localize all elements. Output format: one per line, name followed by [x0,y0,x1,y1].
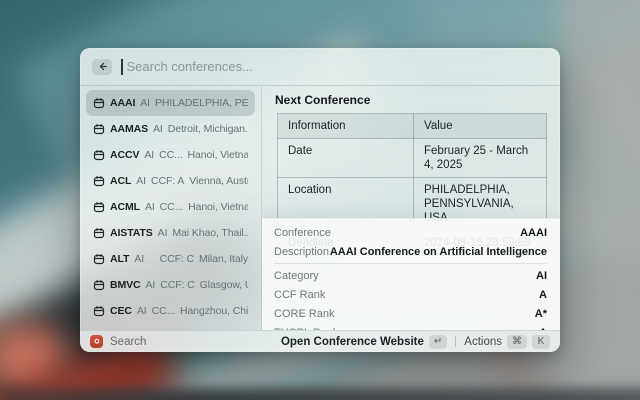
conference-rank: CCF: A [151,175,185,187]
conference-category: AI [134,253,145,265]
conference-category: AI [145,279,156,291]
conference-name: ACML [110,201,140,213]
metadata-row: THCPL RankA [274,323,547,331]
conference-location: Detroit, Michigan... [167,123,248,135]
search-bar [80,48,560,86]
calendar-icon [93,253,105,265]
calendar-icon [93,305,105,317]
text-caret [121,58,123,75]
actions-button[interactable]: Actions ⌘ K [464,334,550,349]
list-item-aistats[interactable]: AISTATS AI Mai Khao, Thail... [86,220,255,246]
conference-location: Milan, Italy [199,253,248,265]
desktop: AAAI AI PHILADELPHIA, PE... AAMAS AI Detroit,… [0,0,640,400]
list-item-aaai[interactable]: AAAI AI PHILADELPHIA, PE... [86,90,255,116]
conference-name: AAAI [110,97,136,109]
conference-name: ALT [110,253,130,265]
metadata-value: AI [536,269,547,282]
metadata-value: AAAI Conference on Artificial Intelligen… [329,245,547,258]
metadata-label: Description [274,245,330,258]
metadata-value: A [539,288,547,301]
metadata-row: CCF Rank A [274,285,547,304]
footer-right: Open Conference Website ↵ Actions ⌘ K [280,334,550,349]
metadata-row: CORE Rank A* [274,304,547,323]
metadata-label: Conference [274,226,331,239]
conference-rank: CC... [151,305,176,317]
list-item-accv[interactable]: ACCV AI CC... Hanoi, Vietnam [86,142,255,168]
table-header-cell: Value [413,113,547,139]
list-item-cec[interactable]: CEC AI CC... Hangzhou, China [86,298,255,324]
content-area: AAAI AI PHILADELPHIA, PE... AAMAS AI Detroit,… [80,86,560,330]
back-button[interactable] [92,58,112,75]
footer-left: Search [90,335,146,348]
conference-rank: CC... [159,149,183,161]
detail-title: Next Conference [275,93,371,107]
conference-category: AI [136,175,147,187]
metadata-label: CORE Rank [274,307,335,320]
detail-pane: Next Conference Information Value Date Feb… [262,86,560,330]
conference-category: AI [157,227,168,239]
launcher-window: AAAI AI PHILADELPHIA, PE... AAMAS AI Detroit,… [80,48,560,352]
conference-name: ACL [110,175,132,187]
list-item-alt[interactable]: ALT AI CCF: C Milan, Italy [86,246,255,272]
conference-name: AAMAS [110,123,148,135]
metadata-label: Category [274,269,319,282]
metadata-value: AAAI [520,226,547,239]
primary-action-button[interactable]: Open Conference Website ↵ [280,334,448,349]
list-item-bmvc[interactable]: BMVC AI CCF: C Glasgow, UK [86,272,255,298]
metadata-row: Category AI [274,266,547,285]
footer-divider [455,336,457,347]
list-item-acml[interactable]: ACML AI CC... Hanoi, Vietnam [86,194,255,220]
calendar-icon [93,201,105,213]
footer-mode-label: Search [110,335,147,348]
calendar-icon [93,97,105,109]
search-input[interactable] [124,58,548,75]
conference-name: BMVC [110,279,141,291]
conference-location: PHILADELPHIA, PE... [155,97,248,109]
return-key-badge: ↵ [428,334,448,349]
conference-name: AISTATS [110,227,153,239]
metadata-row: Conference AAAI [274,223,547,242]
conference-location: Mai Khao, Thail... [172,227,248,239]
table-row: Date February 25 - March 4, 2025 [277,138,547,178]
conference-rank: CCF: C [159,253,195,265]
primary-action-label: Open Conference Website [280,335,424,348]
back-arrow-icon [97,61,108,72]
conference-category: AI [144,201,155,213]
conference-rank: CC... [159,201,184,213]
cmd-key-badge: ⌘ [507,334,527,349]
conference-category: AI [136,305,147,317]
metadata-value: A* [534,307,547,320]
conference-name: CEC [110,305,132,317]
conference-location: Glasgow, UK [199,279,248,291]
list-item-acl[interactable]: ACL AI CCF: A Vienna, Austria [86,168,255,194]
conference-rank: CCF: C [160,279,195,291]
conference-category: AI [153,123,163,135]
list-item-aamas[interactable]: AAMAS AI Detroit, Michigan... [86,116,255,142]
metadata-divider [274,263,547,264]
table-header-row: Information Value [277,113,547,139]
conference-location: Vienna, Austria [189,175,248,187]
calendar-icon [93,175,105,187]
calendar-icon [93,227,105,239]
metadata-panel: Conference AAAI Description AAAI Conference… [262,218,560,330]
conference-location: Hangzhou, China [180,305,248,317]
actions-label: Actions [464,335,502,348]
table-header-cell: Information [277,113,414,139]
k-key-badge: K [532,334,550,349]
conference-location: Hanoi, Vietnam [188,201,248,213]
conference-name: ACCV [110,149,140,161]
extension-logo-icon [90,335,103,348]
conference-category: AI [140,97,150,109]
metadata-label: CCF Rank [274,288,326,301]
footer-bar: Search Open Conference Website ↵ Actions… [80,330,560,352]
conference-list: AAAI AI PHILADELPHIA, PE... AAMAS AI Detroit,… [80,86,262,330]
calendar-icon [93,123,105,135]
table-cell-value: February 25 - March 4, 2025 [413,138,547,178]
calendar-icon [93,279,105,291]
table-cell-label: Date [277,138,414,178]
conference-category: AI [144,149,155,161]
metadata-row: Description AAAI Conference on Artificial… [274,242,547,261]
calendar-icon [93,149,105,161]
conference-location: Hanoi, Vietnam [187,149,248,161]
